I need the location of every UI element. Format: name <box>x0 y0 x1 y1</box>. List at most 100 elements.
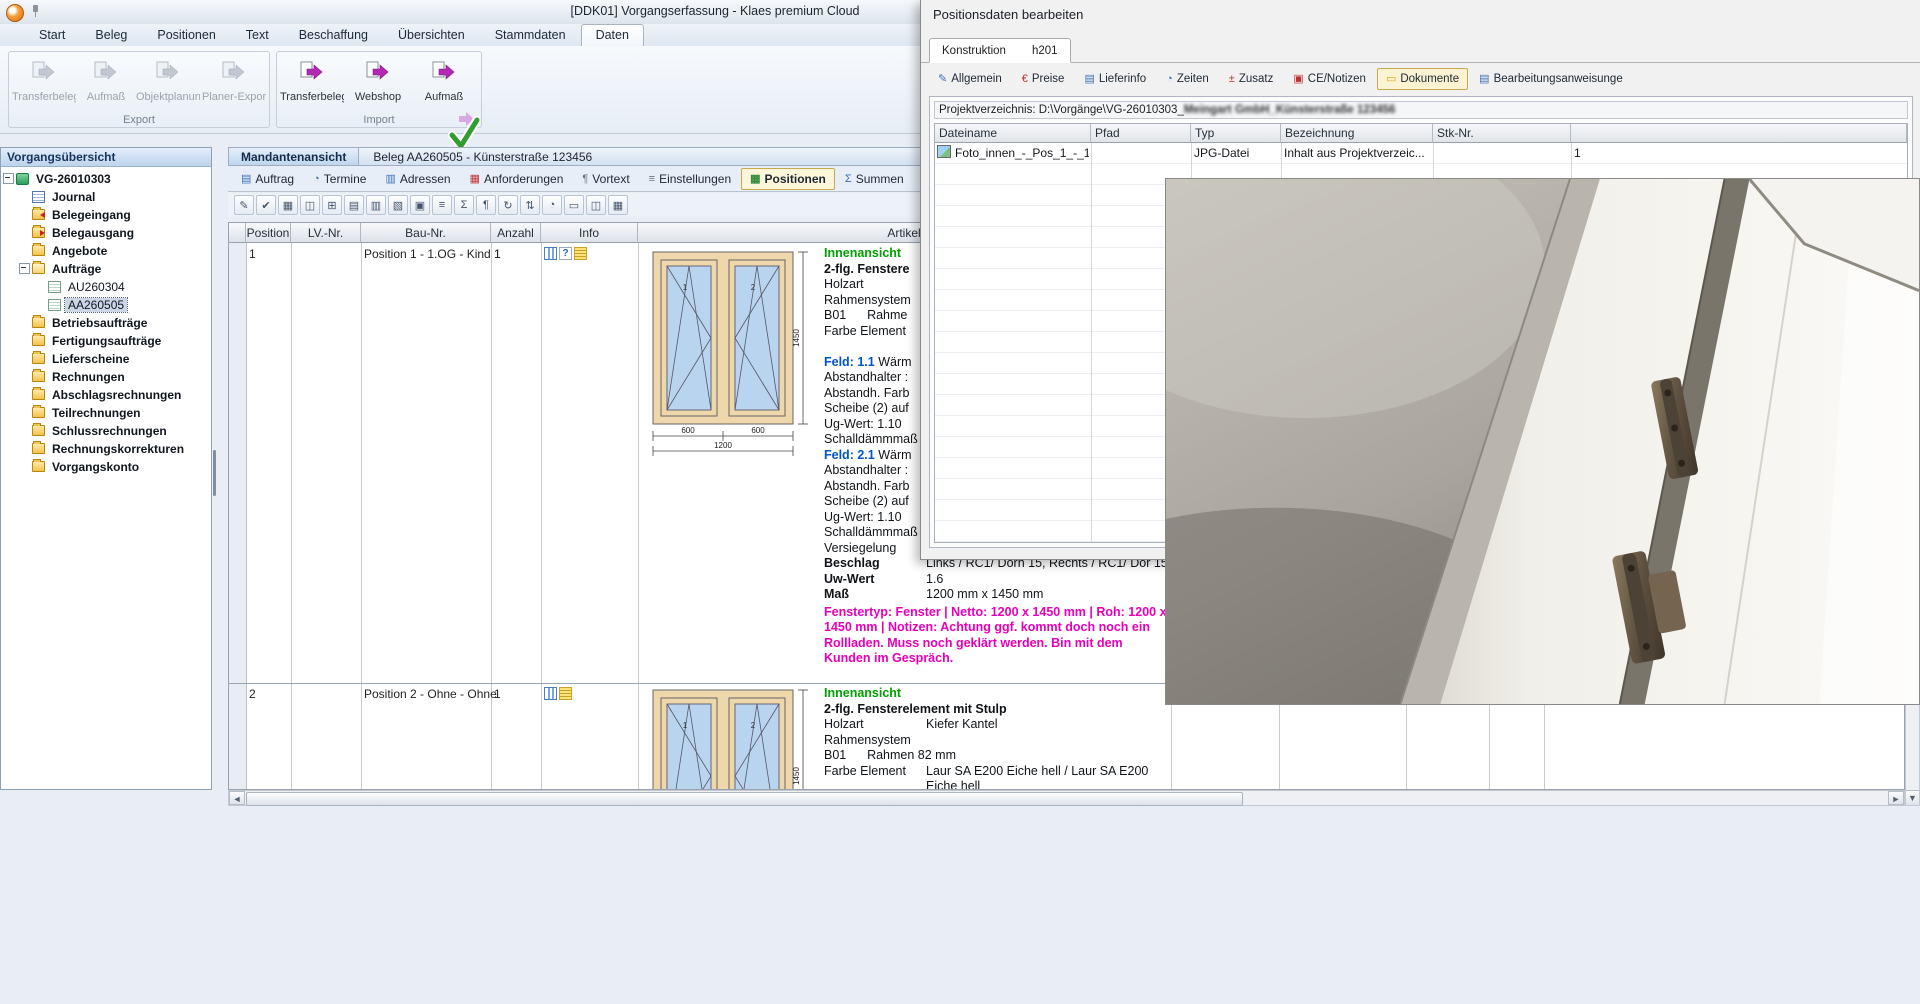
tree-item[interactable]: Teilrechnungen <box>1 404 211 421</box>
tab-auftrag[interactable]: ▤ Auftrag <box>232 168 303 190</box>
column-header-dateiname[interactable]: Dateiname <box>935 124 1091 143</box>
dialog-tab-ce-notizen[interactable]: ▣ CE/Notizen <box>1284 68 1375 90</box>
ribbon-button-label: Transferbeleg <box>12 91 76 103</box>
export-aufmass-button[interactable]: Aufmaß <box>77 56 135 106</box>
columns-icon[interactable]: ◫ <box>586 195 606 215</box>
frame-icon[interactable]: ▭ <box>564 195 584 215</box>
lines-icon[interactable]: ≡ <box>432 195 452 215</box>
tree-item[interactable]: Journal <box>1 188 211 205</box>
scroll-left-arrow[interactable]: ◄ <box>229 791 245 805</box>
sum-icon[interactable]: Σ <box>454 195 474 215</box>
import-aufmass-button[interactable]: Aufmaß <box>411 56 477 106</box>
card-view-icon[interactable]: ▣ <box>410 195 430 215</box>
expander-icon[interactable] <box>19 263 30 274</box>
column-header-anzahl[interactable]: Anzahl <box>491 223 541 243</box>
tree-item[interactable]: Belegausgang <box>1 224 211 241</box>
tree-item[interactable]: Fertigungsaufträge <box>1 332 211 349</box>
expander-icon[interactable] <box>3 173 14 184</box>
export-transferbeleg-button[interactable]: Transferbeleg <box>11 56 77 106</box>
menu-tab-daten[interactable]: Daten <box>581 24 644 46</box>
horizontal-scrollbar[interactable]: ◄ ► <box>228 790 1905 806</box>
tab-icon: ◔ <box>1166 74 1173 85</box>
menu-tab-start[interactable]: Start <box>24 24 80 46</box>
dialog-tab-bearbeitungsanweisungen[interactable]: ▤ Bearbeitungsanweisunge <box>1470 68 1632 90</box>
list-view-icon[interactable]: ▤ <box>344 195 364 215</box>
tab-icon: ▦ <box>470 174 480 185</box>
tab-vortext[interactable]: ¶ Vortext <box>573 168 638 190</box>
column-header-bezeichnung[interactable]: Bezeichnung <box>1281 124 1433 143</box>
menu-tab-beschaffung[interactable]: Beschaffung <box>284 24 383 46</box>
artikel-label: Ug-Wert: 1.10 <box>824 510 926 526</box>
artikel-label: Farbe Element <box>824 764 926 791</box>
menu-tab-positionen[interactable]: Positionen <box>142 24 230 46</box>
refresh-icon[interactable]: ↻ <box>498 195 518 215</box>
tab-positionen[interactable]: ▦ Positionen <box>741 168 835 190</box>
dialog-tab-lieferinfo[interactable]: ▤ Lieferinfo <box>1075 68 1155 90</box>
tab-adressen[interactable]: ▥ Adressen <box>376 168 459 190</box>
tree-item[interactable]: Abschlagsrechnungen <box>1 386 211 403</box>
tree-item[interactable]: Rechnungen <box>1 368 211 385</box>
tree-item[interactable]: Rechnungskorrekturen <box>1 440 211 457</box>
pattern-view-icon[interactable]: ▧ <box>388 195 408 215</box>
tree-item-icon <box>32 425 45 436</box>
split-view-icon[interactable]: ◫ <box>300 195 320 215</box>
scroll-right-arrow[interactable]: ► <box>1888 791 1904 805</box>
tab-summen[interactable]: Σ Summen <box>836 168 913 190</box>
tab-anforderungen[interactable]: ▦ Anforderungen <box>461 168 573 190</box>
export-objektplanung-button[interactable]: Objektplanung <box>135 56 201 106</box>
tree-item[interactable]: Betriebsaufträge <box>1 314 211 331</box>
tab-label: Positionen <box>765 172 826 186</box>
rows-view-icon[interactable]: ▥ <box>366 195 386 215</box>
tree-item[interactable]: Belegeingang <box>1 206 211 223</box>
dialog-tab-dokumente[interactable]: ▭ Dokumente <box>1377 68 1468 90</box>
column-header-stk-nr[interactable]: Stk-Nr. <box>1433 124 1571 143</box>
dialog-tab-zusatz[interactable]: ± Zusatz <box>1220 68 1283 90</box>
import-webshop-button[interactable]: Webshop <box>345 56 411 106</box>
table-icon[interactable]: ▦ <box>608 195 628 215</box>
tree-item[interactable]: AU260304 <box>1 278 211 295</box>
confirm-icon[interactable]: ✔ <box>256 195 276 215</box>
column-header-pfad[interactable]: Pfad <box>1091 124 1191 143</box>
tree-item[interactable]: Vorgangskonto <box>1 458 211 475</box>
sort-icon[interactable]: ⇅ <box>520 195 540 215</box>
export-planer-export-button[interactable]: Planer-Export <box>201 56 267 106</box>
edit-icon[interactable]: ✎ <box>234 195 254 215</box>
window-icon <box>544 687 557 700</box>
pin-icon[interactable] <box>30 5 40 17</box>
import-transferbeleg-button[interactable]: Transferbeleg <box>279 56 345 106</box>
menu-tab-beleg[interactable]: Beleg <box>80 24 142 46</box>
dialog-tab-allgemein[interactable]: ✎ Allgemein <box>929 68 1011 90</box>
scroll-down-arrow[interactable]: ▼ <box>1906 790 1919 805</box>
menu-tab-text[interactable]: Text <box>231 24 284 46</box>
column-header-info[interactable]: Info <box>541 223 638 243</box>
tree-item-icon <box>32 209 45 220</box>
tab-konstruktion[interactable]: Konstruktion h201 <box>929 38 1071 63</box>
tree-item[interactable]: Schlussrechnungen <box>1 422 211 439</box>
menu-tab-uebersichten[interactable]: Übersichten <box>383 24 480 46</box>
tab-termine[interactable]: ◔ Termine <box>304 168 375 190</box>
tab-einstellungen[interactable]: ≡ Einstellungen <box>640 168 740 190</box>
tab-label: CE/Notizen <box>1308 73 1366 85</box>
horizontal-scroll-thumb[interactable] <box>246 792 1243 806</box>
tree-item[interactable]: VG-26010303 <box>1 170 211 187</box>
column-header-position[interactable]: Position <box>246 223 291 243</box>
clock-icon[interactable]: ◔ <box>542 195 562 215</box>
tree-item[interactable]: Aufträge <box>1 260 211 277</box>
column-header-bau-nr[interactable]: Bau-Nr. <box>361 223 491 243</box>
dialog-tab-zeiten[interactable]: ◔ Zeiten <box>1157 68 1218 90</box>
panel-splitter[interactable] <box>213 450 216 496</box>
cell-position: 2 <box>249 687 256 701</box>
grid-view-icon[interactable]: ▦ <box>278 195 298 215</box>
tree-item[interactable]: Angebote <box>1 242 211 259</box>
paragraph-icon[interactable]: ¶ <box>476 195 496 215</box>
tree-item[interactable]: Lieferscheine <box>1 350 211 367</box>
document-row[interactable]: Foto_innen_-_Pos_1_-_1.OG... JPG-Datei I… <box>935 143 1907 164</box>
add-position-icon[interactable]: ⊞ <box>322 195 342 215</box>
column-header-lv-nr[interactable]: LV.-Nr. <box>291 223 361 243</box>
tree-item[interactable]: AA260505 <box>1 296 211 313</box>
menu-tab-stammdaten[interactable]: Stammdaten <box>480 24 581 46</box>
column-header-typ[interactable]: Typ <box>1191 124 1281 143</box>
dialog-tab-preise[interactable]: € Preise <box>1013 68 1074 90</box>
tab-mandantenansicht[interactable]: Mandantenansicht <box>229 148 359 165</box>
dialog-title: Positionsdaten bearbeiten <box>933 7 1083 22</box>
